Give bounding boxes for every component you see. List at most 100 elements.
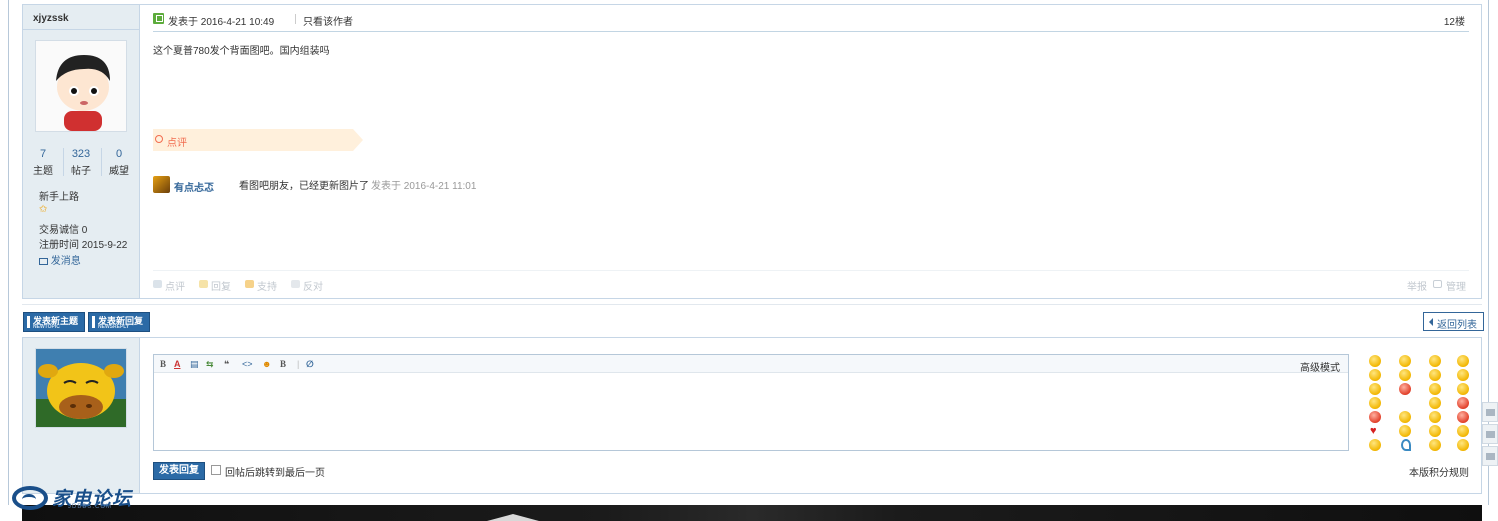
credit-rules-link[interactable]: 本版积分规则 — [1409, 464, 1469, 479]
action-oppose[interactable]: 反对 — [303, 278, 323, 293]
post-time: 发表于 2016-4-21 10:49 — [168, 17, 275, 28]
stat-posts[interactable]: 323 帖子 — [66, 148, 96, 177]
emoticon-icon[interactable]: ☻ — [262, 359, 271, 369]
victory-smiley-icon[interactable] — [1457, 439, 1469, 451]
author-name[interactable]: xjyzssk — [33, 13, 69, 24]
comment-time: 发表于 2016-4-21 11:01 — [371, 181, 477, 192]
trade-credit-value: 0 — [81, 225, 88, 236]
smiley-icon[interactable] — [1399, 355, 1411, 367]
footer-banner — [22, 505, 1482, 521]
submit-reply-button[interactable]: 发表回复 — [153, 462, 205, 480]
smiley-icon[interactable] — [1457, 369, 1469, 381]
advanced-mode-link[interactable]: 高级模式 — [1300, 359, 1340, 374]
angry-smiley-icon[interactable] — [1369, 411, 1381, 423]
action-comment[interactable]: 点评 — [165, 278, 185, 293]
font-color-icon[interactable]: A — [174, 359, 181, 369]
angry-smiley-icon[interactable] — [1399, 383, 1411, 395]
link-icon[interactable]: ⇆ — [206, 359, 214, 370]
comment-author[interactable]: 有点忐忑 — [174, 179, 214, 194]
smiley-icon[interactable] — [1429, 383, 1441, 395]
smiley-icon[interactable] — [1369, 383, 1381, 395]
floor-number[interactable]: 12楼 — [1444, 13, 1465, 28]
stat-topics-count: 7 — [39, 148, 47, 160]
angry-smiley-icon[interactable] — [1457, 411, 1469, 423]
smiley-icon[interactable] — [1429, 369, 1441, 381]
stat-prestige[interactable]: 0 威望 — [104, 148, 134, 177]
smiley-icon[interactable] — [1457, 425, 1469, 437]
new-reply-button[interactable]: 发表新回复 NEWSREPLY — [88, 312, 150, 332]
quote-icon[interactable]: ❝ — [224, 359, 229, 370]
send-message-link[interactable]: 发消息 — [39, 252, 81, 267]
back-to-list-button[interactable]: 返回列表 — [1423, 312, 1484, 331]
avatar[interactable] — [35, 40, 127, 132]
bold-icon[interactable]: B — [160, 359, 166, 369]
feedback-float-button[interactable] — [1482, 402, 1498, 422]
rose-icon[interactable] — [1401, 439, 1411, 451]
site-logo[interactable]: 家电论坛 JDBBS.COM — [12, 484, 132, 514]
stat-topics[interactable]: 7 主题 — [28, 148, 58, 177]
register-time: 注册时间 2015-9-22 — [39, 236, 127, 251]
code-icon[interactable]: <> — [242, 359, 253, 369]
smiley-icon[interactable] — [1399, 411, 1411, 423]
stat-divider — [63, 148, 64, 176]
smiley-icon[interactable] — [1369, 355, 1381, 367]
mail-icon — [39, 257, 48, 265]
new-topic-bar-icon — [27, 316, 30, 328]
only-author-link[interactable]: 只看该作者 — [303, 13, 353, 28]
back-to-top-float-button[interactable] — [1482, 424, 1498, 444]
stat-prestige-count: 0 — [115, 148, 123, 160]
stat-posts-count: 323 — [71, 148, 91, 160]
logo-sub: JDBBS.COM — [68, 504, 113, 510]
post-floor-12: xjyzssk 7 主题 323 帖子 0 威望 新手上路 ✩ 交易诚信 0 注… — [22, 4, 1482, 299]
stat-prestige-label: 威望 — [109, 166, 129, 177]
trade-credit: 交易诚信 0 — [39, 221, 87, 236]
smiley-icon[interactable] — [1429, 425, 1441, 437]
attachment-icon[interactable]: ∅ — [306, 359, 314, 370]
stat-posts-label: 帖子 — [71, 166, 91, 177]
list-float-button[interactable] — [1482, 446, 1498, 466]
new-topic-button[interactable]: 发表新主题 NEWTOPIC — [23, 312, 85, 332]
reply-editor[interactable]: B A ▤ ⇆ ❝ <> ☻ B | ∅ 高级模式 — [153, 354, 1349, 451]
smiley-panel: ♥ — [1369, 355, 1469, 457]
smiley-icon[interactable] — [1429, 355, 1441, 367]
thumbs-up-icon — [245, 280, 254, 288]
smiley-icon[interactable] — [1369, 397, 1381, 409]
comment-section-header: 点评 — [153, 129, 363, 151]
arrow-left-icon — [1429, 318, 1433, 326]
comment-section-label: 点评 — [167, 138, 187, 149]
comment-avatar[interactable] — [153, 176, 170, 193]
new-reply-sub-label: NEWSREPLY — [98, 324, 130, 330]
action-reply[interactable]: 回复 — [211, 278, 231, 293]
smiley-icon[interactable] — [1429, 397, 1441, 409]
author-sidebar: xjyzssk 7 主题 323 帖子 0 威望 新手上路 ✩ 交易诚信 0 注… — [23, 5, 140, 298]
comment-circle-icon — [155, 135, 163, 143]
smiley-icon[interactable] — [1429, 411, 1441, 423]
image-icon[interactable]: ▤ — [190, 359, 199, 370]
reply-icon — [199, 280, 208, 288]
angry-smiley-icon[interactable] — [1457, 397, 1469, 409]
action-report[interactable]: 举报 — [1407, 278, 1427, 293]
bold-text-icon[interactable]: B — [280, 359, 286, 369]
stat-topics-label: 主题 — [33, 166, 53, 177]
user-rank[interactable]: 新手上路 — [39, 188, 79, 203]
comment-text: 看图吧朋友，已经更新图片了 — [239, 181, 369, 192]
heart-icon[interactable]: ♥ — [1370, 426, 1381, 437]
action-support[interactable]: 支持 — [257, 278, 277, 293]
thumbs-up-smiley-icon[interactable] — [1457, 355, 1469, 367]
smiley-icon[interactable] — [1369, 439, 1381, 451]
jump-last-page-checkbox[interactable] — [211, 465, 221, 475]
smiley-icon[interactable] — [1369, 369, 1381, 381]
avatar[interactable] — [35, 348, 127, 428]
divider — [23, 29, 139, 30]
comment-icon — [153, 280, 162, 288]
trade-credit-label: 交易诚信 — [39, 225, 79, 236]
smiley-icon[interactable] — [1399, 369, 1411, 381]
banner-arrow-icon — [487, 514, 539, 521]
manage-checkbox-icon[interactable] — [1433, 280, 1442, 288]
action-manage[interactable]: 管理 — [1446, 278, 1466, 293]
smiley-icon[interactable] — [1457, 383, 1469, 395]
smiley-icon[interactable] — [1399, 425, 1411, 437]
thumbs-up-smiley-icon[interactable] — [1429, 439, 1441, 451]
post-content: 发表于 2016-4-21 10:49 只看该作者 12楼 这个夏普780发个背… — [141, 5, 1481, 298]
new-reply-bar-icon — [92, 316, 95, 328]
